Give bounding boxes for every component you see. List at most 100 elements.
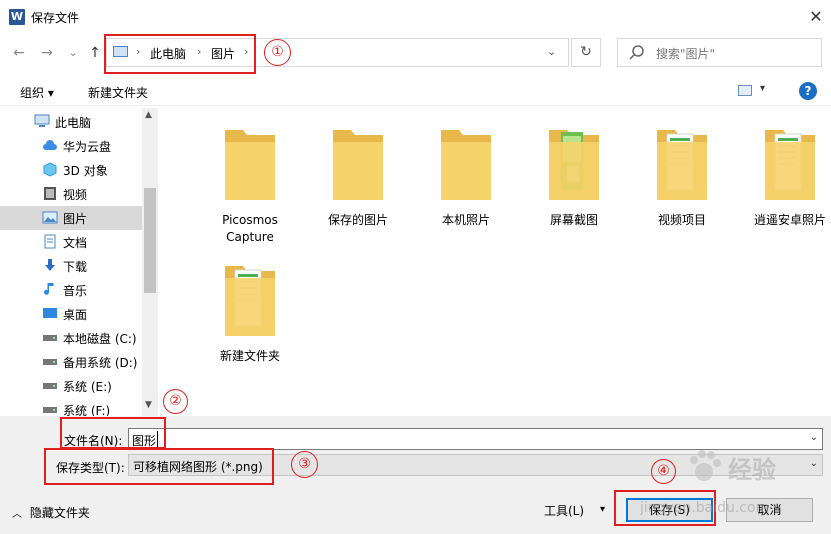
scroll-down-icon[interactable]: ▼ <box>145 400 152 410</box>
annotation-box-filename <box>60 417 166 449</box>
search-icon <box>629 45 644 60</box>
sidebar-item-label: 本地磁盘 (C:) <box>63 332 137 346</box>
view-dropdown-icon[interactable]: ▾ <box>760 83 765 94</box>
sidebar-item[interactable]: 图片 <box>0 206 142 230</box>
documents-icon <box>44 234 56 249</box>
sidebar-item[interactable]: 视频 <box>0 182 142 206</box>
folder-label: 本机照片 <box>441 213 490 227</box>
sidebar-item[interactable]: 系统 (F:) <box>0 398 142 416</box>
chevron-down-icon[interactable]: ⌄ <box>810 432 818 443</box>
baidu-watermark: 经验 jingyan.baidu.com <box>630 444 830 534</box>
sidebar-item-label: 音乐 <box>63 284 88 298</box>
sidebar-item[interactable]: 下载 <box>0 254 142 278</box>
hide-folders-label: 隐藏文件夹 <box>29 506 90 520</box>
folder-icon <box>653 126 711 204</box>
chevron-down-icon[interactable]: ⌄ <box>547 45 556 58</box>
refresh-icon: ↻ <box>580 44 592 60</box>
folder-icon <box>437 126 495 204</box>
baidu-paw-icon <box>690 450 721 481</box>
watermark-site: jingyan.baidu.com <box>640 500 770 516</box>
folder-label: Picosmos Capture <box>222 213 278 244</box>
sidebar-item-label: 系统 (F:) <box>63 404 111 416</box>
sidebar-item[interactable]: 此电脑 <box>0 110 142 134</box>
hide-folders-toggle[interactable]: ︿ 隐藏文件夹 <box>12 504 90 521</box>
annotation-number-1: ① <box>264 39 291 66</box>
tools-menu[interactable]: 工具(L) <box>544 502 584 519</box>
folder-icon <box>221 126 279 204</box>
close-button[interactable]: ✕ <box>805 6 827 28</box>
scrollbar-thumb[interactable] <box>144 188 156 293</box>
refresh-button[interactable]: ↻ <box>571 38 601 67</box>
annotation-number-2: ② <box>163 389 188 414</box>
folder-item[interactable]: 视频项目 <box>632 126 732 229</box>
sidebar-item-label: 华为云盘 <box>63 140 112 154</box>
folder-item[interactable]: 新建文件夹 <box>200 262 300 365</box>
search-input[interactable]: 搜索"图片" <box>656 45 715 62</box>
folder-icon <box>761 126 819 204</box>
sidebar-item[interactable]: 文档 <box>0 230 142 254</box>
folder-item[interactable]: 屏幕截图 <box>524 126 624 229</box>
folder-item[interactable]: Picosmos Capture <box>200 126 300 246</box>
file-list: Picosmos Capture 保存的图片 本机照片 屏幕截图 视频项目 逍遥安卓照片新… <box>160 108 831 416</box>
folder-icon <box>329 126 387 204</box>
video-icon <box>44 187 56 200</box>
tools-dropdown-icon[interactable]: ▾ <box>600 504 605 515</box>
watermark-brand: 经验 <box>728 456 776 484</box>
navigation-pane: 此电脑华为云盘 3D 对象视频图片文档下载音乐桌面本地磁盘 (C:) 备用系统 (D… <box>0 108 158 416</box>
drive-icon <box>43 383 57 389</box>
folder-item[interactable]: 逍遥安卓照片 <box>740 126 831 229</box>
download-icon <box>45 259 55 271</box>
sidebar-item-label: 桌面 <box>63 308 88 322</box>
folder-item[interactable]: 本机照片 <box>416 126 516 229</box>
view-options-icon[interactable] <box>738 85 752 96</box>
help-icon[interactable]: ? <box>799 82 817 100</box>
organize-menu[interactable]: 组织 ▾ <box>20 84 54 101</box>
sidebar-scrollbar[interactable]: ▲ ▼ <box>142 108 158 416</box>
3d-objects-icon <box>43 162 57 177</box>
folder-label: 保存的图片 <box>327 213 388 227</box>
up-button[interactable]: ↑ <box>86 44 104 62</box>
new-folder-button[interactable]: 新建文件夹 <box>88 84 148 101</box>
folder-icon <box>221 262 279 340</box>
sidebar-item-label: 文档 <box>63 236 88 250</box>
folder-icon <box>545 126 603 204</box>
sidebar-item[interactable]: 本地磁盘 (C:) <box>0 326 142 350</box>
music-icon <box>44 283 54 295</box>
sidebar-item-label: 下载 <box>63 260 88 274</box>
folder-label: 逍遥安卓照片 <box>753 213 826 227</box>
search-box[interactable]: 搜索"图片" <box>617 38 822 67</box>
cloud-icon <box>43 140 57 150</box>
sidebar-item-label: 备用系统 (D:) <box>63 356 138 370</box>
sidebar-item-label: 3D 对象 <box>63 164 108 178</box>
desktop-icon <box>43 308 57 318</box>
forward-button[interactable]: → <box>38 44 56 62</box>
chevron-up-icon: ︿ <box>12 509 22 520</box>
toolbar: 组织 ▾ 新建文件夹 ▾ ? <box>0 78 831 106</box>
sidebar-item[interactable]: 3D 对象 <box>0 158 142 182</box>
recent-locations-button[interactable]: ⌄ <box>64 44 82 62</box>
sidebar-item[interactable]: 备用系统 (D:) <box>0 350 142 374</box>
window-title: 保存文件 <box>31 11 80 25</box>
annotation-box-address <box>104 34 256 74</box>
back-button[interactable]: ← <box>10 44 28 62</box>
drive-icon <box>43 407 57 413</box>
drive-icon <box>43 335 57 341</box>
folder-label: 视频项目 <box>657 213 706 227</box>
sidebar-item[interactable]: 桌面 <box>0 302 142 326</box>
title-bar: W 保存文件 ✕ <box>0 0 831 34</box>
sidebar-item-label: 视频 <box>63 188 88 202</box>
folder-item[interactable]: 保存的图片 <box>308 126 408 229</box>
pictures-icon <box>42 211 58 224</box>
sidebar-item[interactable]: 音乐 <box>0 278 142 302</box>
annotation-box-filetype <box>44 448 274 485</box>
sidebar-item[interactable]: 华为云盘 <box>0 134 142 158</box>
sidebar-item[interactable]: 系统 (E:) <box>0 374 142 398</box>
scroll-up-icon[interactable]: ▲ <box>145 110 152 120</box>
folder-label: 新建文件夹 <box>219 349 280 363</box>
word-app-icon: W <box>9 9 25 25</box>
sidebar-item-label: 此电脑 <box>55 116 92 130</box>
sidebar-item-label: 图片 <box>63 212 88 226</box>
computer-icon <box>34 114 50 127</box>
annotation-number-3: ③ <box>291 451 318 478</box>
drive-icon <box>43 359 57 365</box>
